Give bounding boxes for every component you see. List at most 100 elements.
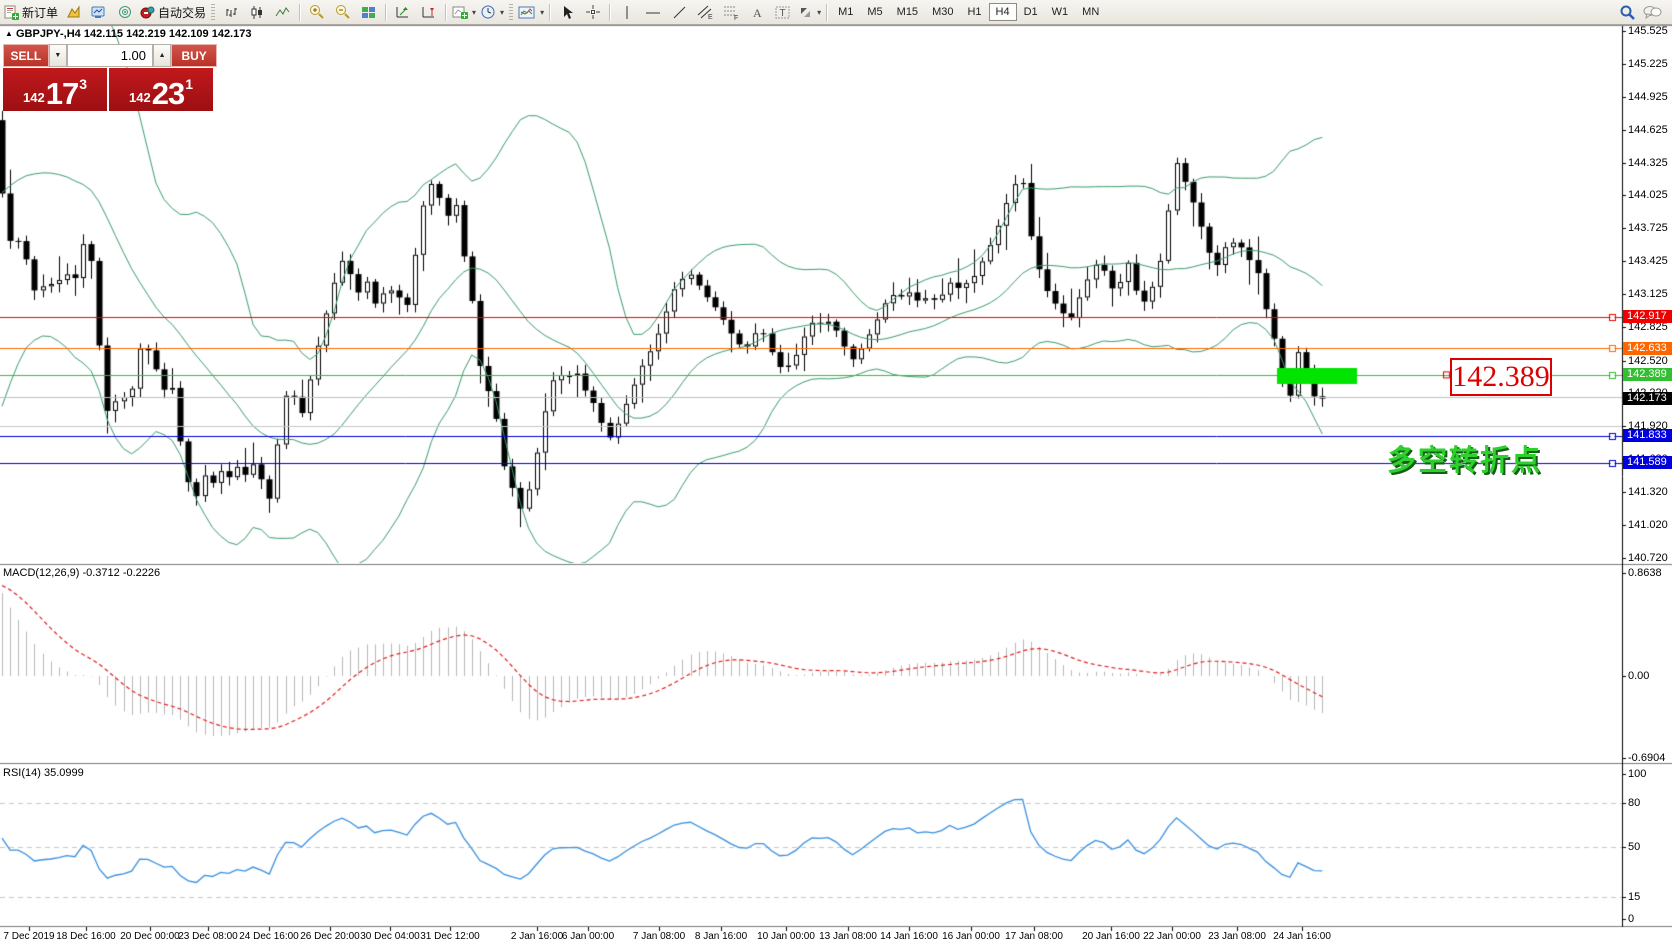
autotrading-label: 自动交易	[158, 4, 206, 21]
candlestick-chart-icon	[250, 5, 265, 20]
new-order-button[interactable]: 新订单	[2, 2, 60, 22]
time-tick-label: 22 Jan 00:00	[1143, 931, 1201, 942]
timeframe-W1[interactable]: W1	[1045, 3, 1076, 21]
time-tick-label: 31 Dec 12:00	[420, 931, 480, 942]
toolbar-separator	[549, 4, 551, 21]
price-tick-label: 140.720	[1628, 552, 1668, 564]
macd-label: MACD(12,26,9) -0.3712 -0.2226	[3, 567, 160, 579]
chart-shift-button[interactable]	[416, 2, 442, 22]
add-indicator-button[interactable]: ▾	[450, 2, 478, 22]
price-tick-label: 142.520	[1628, 355, 1668, 367]
timeframe-M30[interactable]: M30	[925, 3, 960, 21]
timeframe-MN[interactable]: MN	[1075, 3, 1106, 21]
sell-button[interactable]: SELL	[3, 44, 49, 67]
auto-scroll-button[interactable]	[390, 2, 416, 22]
zoom-in-button[interactable]	[304, 2, 330, 22]
time-tick-label: 13 Jan 08:00	[819, 931, 877, 942]
svg-text:T: T	[780, 8, 786, 19]
time-tick-label: 18 Dec 16:00	[56, 931, 116, 942]
symbol-info-line[interactable]: ▲ GBPJPY-,H4 142.115 142.219 142.109 142…	[5, 28, 251, 40]
vertical-line-icon	[621, 5, 633, 20]
price-line-label: 142.173	[1623, 392, 1672, 405]
price-line-label: 142.633	[1623, 342, 1672, 355]
autotrading-button[interactable]: 自动交易	[138, 2, 208, 22]
price-line-label: 141.833	[1623, 429, 1672, 442]
price-callout-box[interactable]: 142.389	[1450, 358, 1552, 396]
buy-button[interactable]: BUY	[171, 44, 217, 67]
timeframe-M1[interactable]: M1	[831, 3, 860, 21]
price-tick-label: 144.625	[1628, 124, 1668, 136]
text-icon: A	[751, 5, 764, 20]
timeframe-group: M1M5M15M30H1H4D1W1MN	[831, 3, 1106, 21]
volume-decrease-button[interactable]: ▼	[49, 44, 67, 67]
rsi-scale-label: 50	[1628, 841, 1640, 853]
profiles-button[interactable]	[86, 2, 112, 22]
channel-button[interactable]: E	[692, 2, 718, 22]
time-tick-label: 23 Dec 08:00	[178, 931, 238, 942]
time-tick-label: 30 Dec 04:00	[360, 931, 420, 942]
price-line-label: 141.589	[1623, 456, 1672, 469]
price-tick-label: 145.225	[1628, 58, 1668, 70]
time-tick-label: 20 Dec 00:00	[120, 931, 180, 942]
price-tick-label: 144.925	[1628, 91, 1668, 103]
bar-chart-button[interactable]	[218, 2, 244, 22]
text-label-button[interactable]: T	[770, 2, 796, 22]
toolbar-separator	[826, 4, 828, 21]
line-chart-button[interactable]	[270, 2, 296, 22]
fibonacci-button[interactable]: F	[718, 2, 744, 22]
sell-price-panel[interactable]: 142 17 3	[3, 68, 107, 111]
dropdown-arrow-icon: ▾	[540, 8, 544, 17]
cursor-button[interactable]	[554, 2, 580, 22]
candlestick-chart-button[interactable]	[244, 2, 270, 22]
annotation-text[interactable]: 多空转折点	[1387, 437, 1542, 479]
chat-icon[interactable]	[1642, 4, 1662, 20]
template-button[interactable]: ▾	[516, 2, 546, 22]
mt4-window: 新订单 自动交易 ▾ ▾ ▾ E F A T ▾	[0, 0, 1672, 946]
one-click-trading-panel: SELL ▼ 1.00 ▲ BUY 142 17 3 142 23 1	[3, 44, 217, 111]
search-icon[interactable]	[1619, 4, 1636, 21]
text-button[interactable]: A	[744, 2, 770, 22]
buy-price-panel[interactable]: 142 23 1	[109, 68, 213, 111]
time-tick-label: 10 Jan 00:00	[757, 931, 815, 942]
vertical-line-button[interactable]	[614, 2, 640, 22]
time-tick-label: 7 Dec 2019	[3, 931, 54, 942]
price-line-label: 142.917	[1623, 310, 1672, 323]
dropdown-arrow-icon: ▾	[472, 8, 476, 17]
volume-increase-button[interactable]: ▲	[153, 44, 171, 67]
macd-scale-label: 0.8638	[1628, 567, 1662, 579]
toolbar-grip	[211, 4, 215, 20]
horizontal-line-button[interactable]	[640, 2, 666, 22]
arrows-button[interactable]: ▾	[796, 2, 823, 22]
rsi-scale-label: 15	[1628, 891, 1640, 903]
timeframe-D1[interactable]: D1	[1017, 3, 1045, 21]
zoom-out-button[interactable]	[330, 2, 356, 22]
periods-clock-button[interactable]: ▾	[478, 2, 506, 22]
timeframe-H4[interactable]: H4	[989, 3, 1017, 21]
crosshair-icon	[585, 4, 601, 20]
svg-text:A: A	[753, 6, 762, 20]
trendline-icon	[672, 5, 687, 20]
buy-price-base: 142	[129, 90, 151, 105]
sell-price-big: 17	[46, 80, 78, 108]
tile-windows-button[interactable]	[356, 2, 382, 22]
crosshair-button[interactable]	[580, 2, 606, 22]
time-tick-label: 20 Jan 16:00	[1082, 931, 1140, 942]
collapse-arrow-icon[interactable]: ▲	[5, 29, 13, 38]
trendline-button[interactable]	[666, 2, 692, 22]
price-tick-label: 144.025	[1628, 189, 1668, 201]
time-tick-label: 7 Jan 08:00	[633, 931, 685, 942]
timeframe-H1[interactable]: H1	[960, 3, 988, 21]
toolbar-grip	[509, 4, 513, 20]
new-chart-icon	[66, 5, 81, 20]
sell-price-sup: 3	[79, 76, 87, 92]
timeframe-M15[interactable]: M15	[890, 3, 925, 21]
timeframe-M5[interactable]: M5	[860, 3, 889, 21]
new-chart-button[interactable]	[60, 2, 86, 22]
time-tick-label: 26 Dec 20:00	[300, 931, 360, 942]
macd-scale-label: -0.6904	[1628, 752, 1665, 764]
volume-input[interactable]: 1.00	[67, 44, 153, 67]
time-tick-label: 8 Jan 16:00	[695, 931, 747, 942]
time-tick-label: 6 Jan 00:00	[562, 931, 614, 942]
signals-button[interactable]	[112, 2, 138, 22]
price-tick-label: 141.320	[1628, 486, 1668, 498]
